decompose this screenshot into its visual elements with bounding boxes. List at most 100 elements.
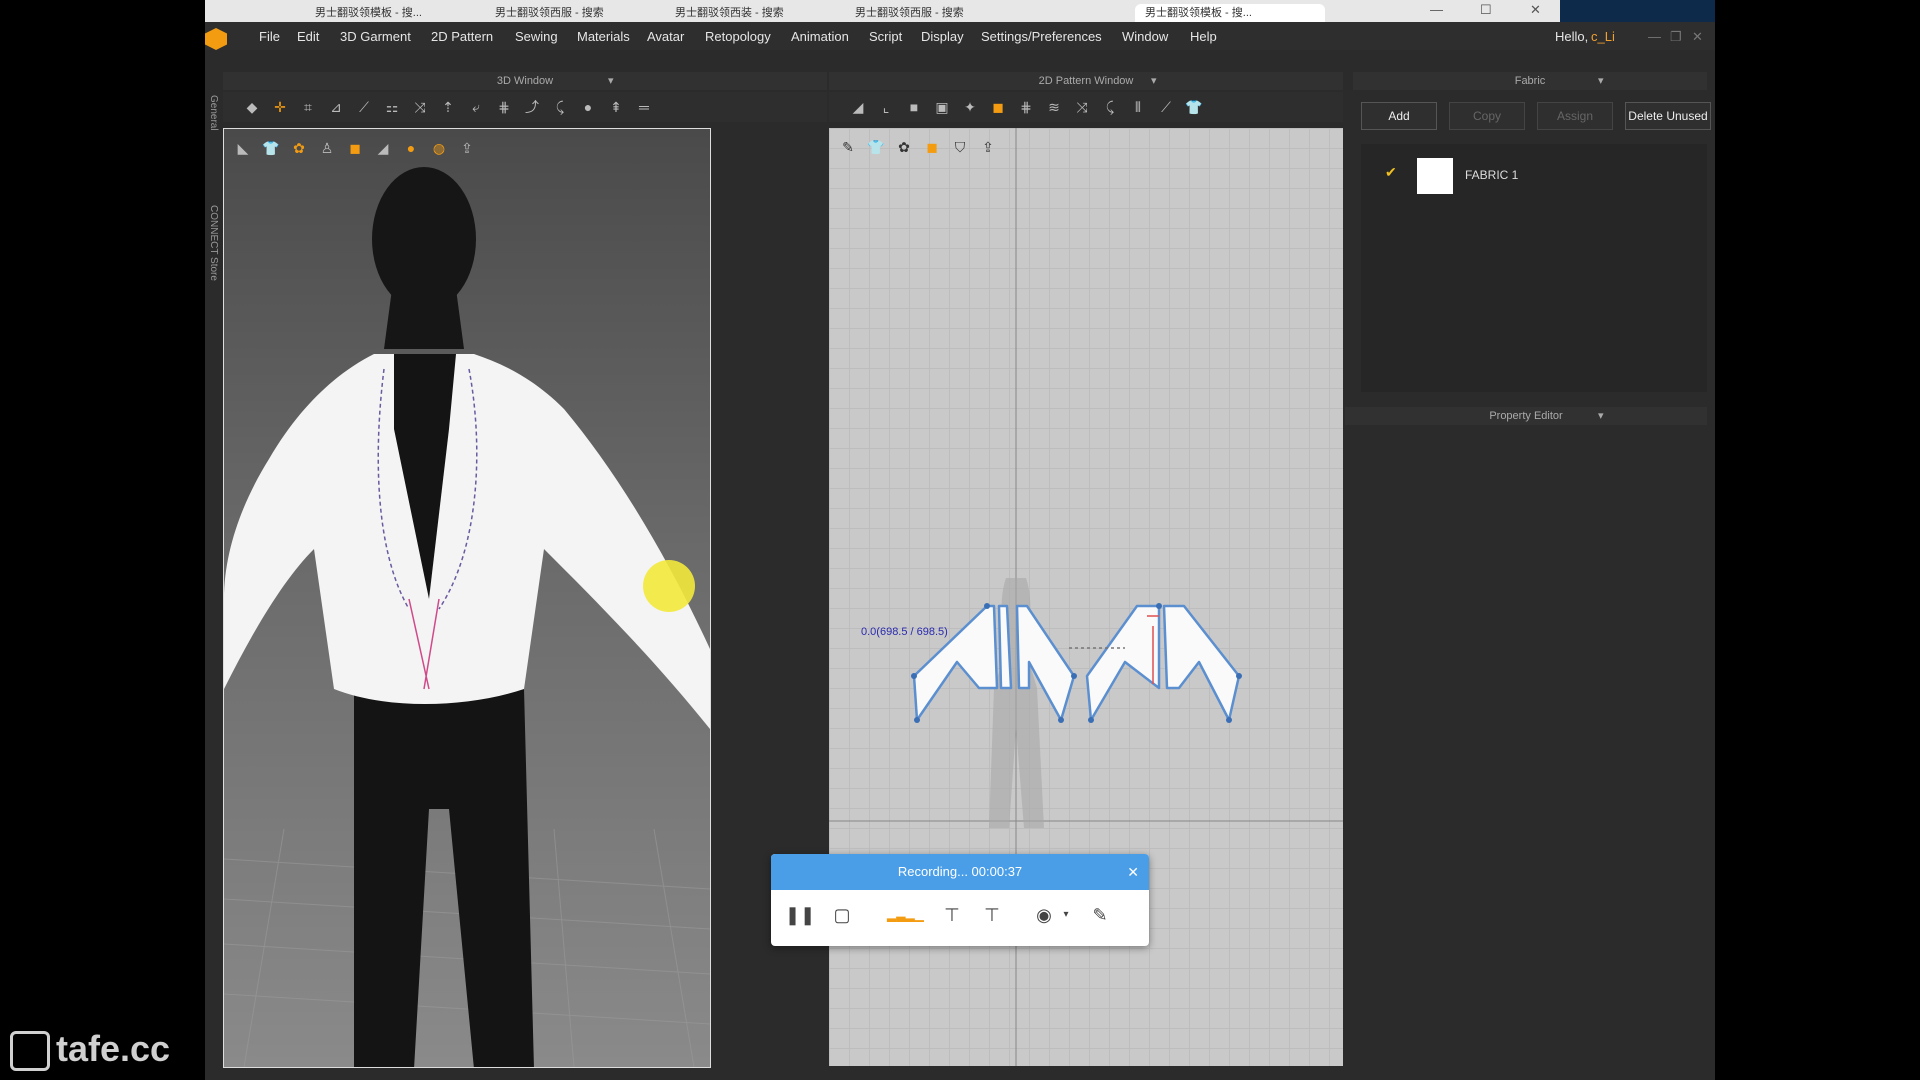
- username-link[interactable]: c_Li: [1591, 29, 1615, 44]
- avatar-neck: [384, 289, 464, 349]
- watermark-text: tafe.cc: [56, 1028, 171, 1069]
- menu-file[interactable]: File: [259, 29, 280, 44]
- select-tool-icon[interactable]: ◆: [243, 98, 261, 116]
- menu-retopology[interactable]: Retopology: [705, 29, 771, 44]
- menu-edit[interactable]: Edit: [297, 29, 319, 44]
- columns-icon[interactable]: ⦀: [1129, 98, 1147, 116]
- line-tool-icon[interactable]: ⟋: [355, 98, 373, 116]
- window2d-header: 2D Pattern Window ▾: [829, 72, 1343, 90]
- sew-free-icon[interactable]: ⤹: [1101, 98, 1119, 116]
- transform-tool-icon[interactable]: ⌗: [299, 98, 317, 116]
- image-tool-icon[interactable]: ▣: [933, 98, 951, 116]
- fabric-list-item[interactable]: ✔ FABRIC 1: [1361, 154, 1707, 194]
- move-tool-icon[interactable]: ✛: [271, 98, 289, 116]
- grid-tool-icon[interactable]: ⋕: [495, 98, 513, 116]
- chevron-down-icon[interactable]: ▾: [1053, 902, 1079, 928]
- cursor-highlight: [643, 560, 695, 612]
- chevron-down-icon[interactable]: ▾: [608, 72, 614, 90]
- chevron-down-icon[interactable]: ▾: [1598, 407, 1604, 425]
- pin-tool-icon[interactable]: ⤨: [411, 98, 429, 116]
- app-logo-icon: [205, 28, 227, 50]
- audio-level-icon[interactable]: ▂▃▂▁: [887, 902, 924, 928]
- tack-tool-icon[interactable]: ⇡: [439, 98, 457, 116]
- segment-tool-icon[interactable]: ◢: [849, 98, 867, 116]
- property-editor-title: Property Editor: [1489, 410, 1563, 422]
- chevron-down-icon[interactable]: ▾: [1151, 72, 1157, 90]
- layer-icon[interactable]: ≋: [1045, 98, 1063, 116]
- chevron-down-icon[interactable]: ▾: [1598, 72, 1604, 90]
- side-tab-connect-store[interactable]: CONNECT Store: [205, 205, 219, 305]
- recording-header: Recording... 00:00:37 ✕: [771, 854, 1149, 890]
- property-editor-header: Property Editor ▾: [1345, 407, 1707, 425]
- button-tool-icon[interactable]: ●: [579, 98, 597, 116]
- pin-2d-icon[interactable]: ✦: [961, 98, 979, 116]
- menu-window[interactable]: Window: [1122, 29, 1168, 44]
- check-icon[interactable]: ✔: [1385, 164, 1397, 181]
- browser-tab[interactable]: 男士翻驳领西服 - 搜索: [855, 4, 1005, 22]
- menu-avatar[interactable]: Avatar: [647, 29, 684, 44]
- menu-help[interactable]: Help: [1190, 29, 1217, 44]
- rectangle-tool-icon[interactable]: ■: [905, 98, 923, 116]
- menu-script[interactable]: Script: [869, 29, 902, 44]
- watermark-icon: [10, 1031, 50, 1072]
- side-tab-general[interactable]: General: [205, 95, 219, 155]
- minimize-icon[interactable]: —: [1648, 29, 1661, 44]
- close-icon[interactable]: ✕: [1530, 2, 1541, 18]
- sew-icon[interactable]: ⤨: [1073, 98, 1091, 116]
- arrange-tool-icon[interactable]: ⤶: [467, 98, 485, 116]
- stitch-tool-icon[interactable]: ⤴: [523, 98, 541, 116]
- marker-start-icon[interactable]: ⊤: [939, 902, 965, 928]
- pattern-piece-right: [1162, 604, 1241, 722]
- fabric-swatch: [1417, 158, 1453, 194]
- fabric-panel: Add Copy Assign Delete Unused ✔ FABRIC 1: [1353, 92, 1711, 392]
- fit-tool-icon[interactable]: ⤹: [551, 98, 569, 116]
- close-icon[interactable]: ✕: [1692, 29, 1703, 45]
- garment-tool-icon[interactable]: ⊿: [327, 98, 345, 116]
- menu-sewing[interactable]: Sewing: [515, 29, 558, 44]
- fabric-name: FABRIC 1: [1465, 168, 1519, 182]
- watermark: tafe.cc: [10, 1028, 171, 1072]
- menu-settings[interactable]: Settings/Preferences: [981, 29, 1102, 44]
- viewport-3d[interactable]: ◣ 👕 ✿ ♙ ◼ ◢ ● ◍ ⇪: [223, 128, 711, 1068]
- menu-3d-garment[interactable]: 3D Garment: [340, 29, 411, 44]
- ruler-icon[interactable]: ⟋: [1157, 98, 1175, 116]
- fabric-2d-icon[interactable]: ◼: [989, 98, 1007, 116]
- garment-2d-icon[interactable]: 👕: [1185, 98, 1203, 116]
- maximize-icon[interactable]: ☐: [1480, 2, 1492, 18]
- assign-fabric-button[interactable]: Assign: [1537, 102, 1613, 130]
- browser-tab[interactable]: 男士翻驳领西装 - 搜索: [675, 4, 825, 22]
- grid-2d-icon[interactable]: ⋕: [1017, 98, 1035, 116]
- pencil-icon[interactable]: ✎: [1087, 902, 1113, 928]
- browser-tab[interactable]: 男士翻驳领模板 - 搜...: [315, 4, 465, 22]
- fold-tool-icon[interactable]: ⚏: [383, 98, 401, 116]
- pattern-pieces[interactable]: [912, 604, 1241, 722]
- window3d-header: 3D Window ▾: [223, 72, 827, 90]
- pattern-piece-left: [912, 604, 999, 722]
- garment-jacket: [224, 354, 710, 729]
- menu-animation[interactable]: Animation: [791, 29, 849, 44]
- pattern-piece-right-center: [1085, 604, 1161, 722]
- measure-label: 0.0(698.5 / 698.5): [861, 626, 948, 638]
- marker-end-icon[interactable]: ⊤: [979, 902, 1005, 928]
- stop-icon[interactable]: ▢: [829, 902, 855, 928]
- menu-materials[interactable]: Materials: [577, 29, 630, 44]
- status-bar: [205, 1072, 1715, 1080]
- copy-fabric-button[interactable]: Copy: [1449, 102, 1525, 130]
- window3d-toolbar: ◆ ✛ ⌗ ⊿ ⟋ ⚏ ⤨ ⇡ ⤶ ⋕ ⤴ ⤹ ● ⇞ ═: [223, 92, 827, 122]
- pause-icon[interactable]: ❚❚: [785, 902, 815, 928]
- menu-display[interactable]: Display: [921, 29, 964, 44]
- fabric-list: ✔ FABRIC 1: [1361, 144, 1707, 392]
- browser-tab-active[interactable]: 男士翻驳领模板 - 搜...: [1135, 4, 1325, 22]
- avatar-scene: [224, 167, 710, 1067]
- minimize-icon[interactable]: —: [1430, 2, 1443, 17]
- delete-unused-button[interactable]: Delete Unused: [1625, 102, 1711, 130]
- restore-icon[interactable]: ❐: [1670, 29, 1682, 45]
- edit-point-icon[interactable]: ⌞: [877, 98, 895, 116]
- menu-2d-pattern[interactable]: 2D Pattern: [431, 29, 493, 44]
- browser-tab[interactable]: 男士翻驳领西服 - 搜索: [495, 4, 645, 22]
- menubar: File Edit 3D Garment 2D Pattern Sewing M…: [205, 22, 1715, 50]
- measure-tool-icon[interactable]: ═: [635, 98, 653, 116]
- zipper-tool-icon[interactable]: ⇞: [607, 98, 625, 116]
- add-fabric-button[interactable]: Add: [1361, 102, 1437, 130]
- close-icon[interactable]: ✕: [1127, 854, 1139, 890]
